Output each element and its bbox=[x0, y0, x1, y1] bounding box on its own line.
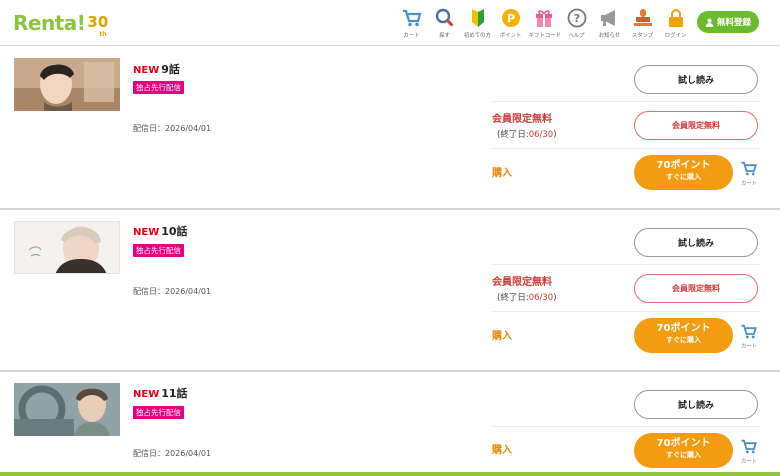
search-icon bbox=[428, 6, 461, 30]
nav-beginner[interactable]: 初めての方 bbox=[461, 6, 494, 40]
release-date: 配信日：2026/04/01 bbox=[133, 124, 212, 133]
register-label: 無料登録 bbox=[716, 18, 751, 28]
logo-anniversary: 30 th bbox=[87, 13, 109, 38]
point-coin-icon: P bbox=[494, 6, 527, 30]
exclusive-badge: 独占先行配信 bbox=[133, 244, 184, 257]
help-icon: ? bbox=[560, 6, 593, 30]
trial-read-button[interactable]: 試し読み bbox=[634, 390, 758, 419]
logo-wordmark: Renta! bbox=[13, 11, 86, 35]
divider bbox=[492, 311, 760, 312]
member-free-label: 会員限定無料 bbox=[492, 114, 552, 125]
release-date: 配信日：2026/04/01 bbox=[133, 287, 212, 296]
trial-read-button[interactable]: 試し読み bbox=[634, 65, 758, 94]
add-to-cart-button[interactable]: カート bbox=[739, 324, 759, 351]
header-nav: カート 探す 初めての方 P ポイント ギフトコード ? ヘルプ お知らせ スタ… bbox=[395, 6, 692, 40]
divider bbox=[492, 148, 760, 149]
add-to-cart-button[interactable]: カート bbox=[739, 439, 759, 466]
lock-icon bbox=[659, 6, 692, 30]
svg-text:P: P bbox=[506, 12, 514, 25]
add-to-cart-button[interactable]: カート bbox=[739, 161, 759, 188]
episode-title[interactable]: NEW 11話 bbox=[133, 385, 188, 401]
purchase-label: 購入 bbox=[492, 331, 512, 342]
site-header: Renta! 30 th カート 探す 初めての方 P ポイント ギフトコード … bbox=[0, 0, 780, 46]
cart-icon bbox=[741, 324, 757, 339]
cart-icon bbox=[741, 439, 757, 454]
exclusive-badge: 独占先行配信 bbox=[133, 81, 184, 94]
svg-text:?: ? bbox=[573, 12, 579, 25]
purchase-label: 購入 bbox=[492, 168, 512, 179]
nav-news[interactable]: お知らせ bbox=[593, 6, 626, 40]
nav-cart[interactable]: カート bbox=[395, 6, 428, 40]
divider bbox=[492, 426, 760, 427]
bottom-accent-bar bbox=[0, 472, 780, 476]
member-free-button[interactable]: 会員限定無料 bbox=[634, 274, 758, 303]
buy-now-button[interactable]: 70ポイント すぐに購入 bbox=[634, 433, 733, 468]
purchase-label: 購入 bbox=[492, 445, 512, 456]
episode-thumbnail[interactable] bbox=[14, 221, 120, 274]
nav-gift[interactable]: ギフトコード bbox=[527, 6, 561, 40]
release-date: 配信日：2026/04/01 bbox=[133, 449, 212, 458]
buy-now-button[interactable]: 70ポイント すぐに購入 bbox=[634, 155, 733, 190]
nav-stamp[interactable]: スタンプ bbox=[626, 6, 659, 40]
nav-search[interactable]: 探す bbox=[428, 6, 461, 40]
episode-title[interactable]: NEW 9話 bbox=[133, 61, 180, 77]
free-end-date: (終了日:06/30) bbox=[497, 130, 557, 140]
stamp-icon bbox=[626, 6, 659, 30]
buy-now-button[interactable]: 70ポイント すぐに購入 bbox=[634, 318, 733, 353]
nav-help[interactable]: ? ヘルプ bbox=[560, 6, 593, 40]
beginner-mark-icon bbox=[461, 6, 494, 30]
register-button[interactable]: 無料登録 bbox=[697, 11, 759, 33]
member-free-button[interactable]: 会員限定無料 bbox=[634, 111, 758, 140]
gift-icon bbox=[527, 6, 560, 30]
episode-thumbnail[interactable] bbox=[14, 58, 120, 111]
divider bbox=[492, 101, 760, 102]
divider bbox=[492, 264, 760, 265]
member-free-label: 会員限定無料 bbox=[492, 277, 552, 288]
free-end-date: (終了日:06/30) bbox=[497, 293, 557, 303]
exclusive-badge: 独占先行配信 bbox=[133, 406, 184, 419]
renta-logo[interactable]: Renta! 30 th bbox=[13, 10, 109, 38]
megaphone-icon bbox=[593, 6, 626, 30]
cart-icon bbox=[741, 161, 757, 176]
episode-title[interactable]: NEW 10話 bbox=[133, 223, 188, 239]
person-icon bbox=[705, 18, 714, 27]
trial-read-button[interactable]: 試し読み bbox=[634, 228, 758, 257]
row-divider bbox=[0, 370, 780, 372]
row-divider bbox=[0, 208, 780, 210]
cart-icon bbox=[395, 6, 428, 30]
episode-thumbnail[interactable] bbox=[14, 383, 120, 436]
nav-point[interactable]: P ポイント bbox=[494, 6, 527, 40]
nav-login[interactable]: ログイン bbox=[659, 6, 692, 40]
